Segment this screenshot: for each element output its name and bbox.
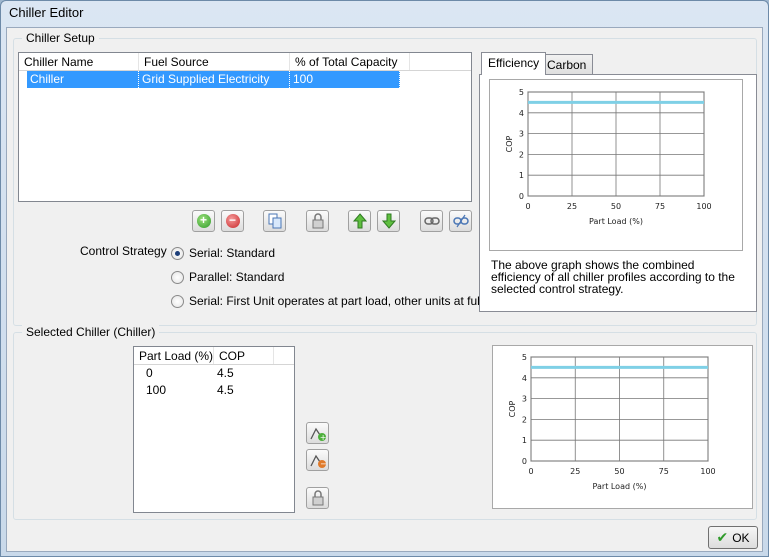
y-tick-label: 1 <box>522 436 527 445</box>
x-tick-label: 75 <box>655 202 665 211</box>
column-capacity[interactable]: % of Total Capacity <box>290 53 410 70</box>
radio-button[interactable] <box>171 294 184 308</box>
table-row[interactable]: Chiller Grid Supplied Electricity 100 <box>19 71 471 88</box>
point-library-button[interactable] <box>306 487 329 509</box>
y-tick-label: 4 <box>522 374 527 383</box>
table-row[interactable]: 0 4.5 <box>134 365 294 382</box>
cell-fuel-source: Grid Supplied Electricity <box>139 71 290 88</box>
cell-cop: 4.5 <box>217 383 234 397</box>
lock-icon <box>312 213 323 229</box>
ok-button[interactable]: ✔ OK <box>708 526 758 549</box>
part-load-list-header: Part Load (%) COP <box>134 347 294 365</box>
x-tick-label: 100 <box>700 467 715 476</box>
tab-carbon[interactable]: Carbon <box>540 54 594 75</box>
unlink-icon <box>452 214 469 228</box>
column-fuel-source[interactable]: Fuel Source <box>139 53 290 70</box>
y-tick-label: 0 <box>519 192 524 201</box>
cell-capacity: 100 <box>290 71 400 88</box>
library-button[interactable] <box>306 210 329 232</box>
add-point-icon: + <box>309 427 326 441</box>
x-tick-label: 50 <box>614 467 624 476</box>
y-tick-label: 2 <box>522 415 527 424</box>
control-strategy-label: Control Strategy <box>80 244 167 258</box>
selected-chart-svg: 0 25 50 75 100 0 1 2 3 4 5 Part Load (%) COP <box>508 353 716 491</box>
link-button[interactable] <box>420 210 443 232</box>
efficiency-tab-panel: 0 25 50 75 100 0 1 2 3 4 5 Part Load (%) COP The abo… <box>479 74 757 312</box>
unlink-button[interactable] <box>449 210 472 232</box>
x-tick-label: 50 <box>611 202 621 211</box>
tab-efficiency[interactable]: Efficiency <box>481 52 547 75</box>
column-part-load[interactable]: Part Load (%) <box>134 347 214 364</box>
y-axis-label: COP <box>505 135 514 152</box>
remove-point-button[interactable]: − <box>306 449 329 471</box>
y-tick-label: 3 <box>519 130 524 139</box>
svg-text:−: − <box>320 460 327 469</box>
x-tick-label: 100 <box>696 202 711 211</box>
strategy-serial-first-unit[interactable]: Serial: First Unit operates at part load… <box>171 294 482 308</box>
y-axis-label: COP <box>508 400 517 417</box>
x-tick-label: 0 <box>528 467 533 476</box>
link-icon <box>423 217 440 225</box>
selected-chiller-chart: 0 25 50 75 100 0 1 2 3 4 5 Part Load (%) COP <box>492 345 753 509</box>
chiller-list-header: Chiller Name Fuel Source % of Total Capa… <box>19 53 471 71</box>
radio-button[interactable] <box>171 270 184 284</box>
column-cop[interactable]: COP <box>214 347 274 364</box>
y-tick-label: 4 <box>519 109 524 118</box>
arrow-down-icon <box>381 213 396 229</box>
dialog-client-area: Chiller Setup Chiller Name Fuel Source %… <box>6 27 763 552</box>
ok-label: OK <box>732 530 750 545</box>
chiller-list[interactable]: Chiller Name Fuel Source % of Total Capa… <box>18 52 472 202</box>
strategy-label: Serial: Standard <box>189 246 276 260</box>
efficiency-chart-svg: 0 25 50 75 100 0 1 2 3 4 5 Part Load (%) COP <box>505 88 712 226</box>
x-axis-label: Part Load (%) <box>593 482 647 491</box>
strategy-label: Serial: First Unit operates at part load… <box>189 294 483 308</box>
arrow-up-icon <box>352 213 367 229</box>
y-tick-label: 5 <box>519 88 524 97</box>
cell-chiller-name: Chiller <box>27 71 139 88</box>
radio-button[interactable] <box>171 246 184 260</box>
efficiency-description: The above graph shows the combined effic… <box>491 258 735 296</box>
x-tick-label: 25 <box>567 202 577 211</box>
y-tick-label: 1 <box>519 171 524 180</box>
table-row[interactable]: 100 4.5 <box>134 382 294 399</box>
window-title: Chiller Editor <box>9 5 84 20</box>
move-up-button[interactable] <box>348 210 371 232</box>
minus-icon: − <box>225 214 240 228</box>
chiller-setup-title: Chiller Setup <box>22 31 99 45</box>
chiller-editor-window: Chiller Editor Chiller Setup Chiller Nam… <box>0 0 769 557</box>
cell-cop: 4.5 <box>217 366 234 380</box>
y-tick-label: 5 <box>522 353 527 362</box>
part-load-list[interactable]: Part Load (%) COP 0 4.5 100 4.5 <box>133 346 295 513</box>
x-tick-label: 25 <box>570 467 580 476</box>
y-tick-label: 3 <box>522 395 527 404</box>
plus-icon: + <box>196 214 211 228</box>
strategy-serial-standard[interactable]: Serial: Standard <box>171 246 275 260</box>
cell-part-load: 100 <box>146 383 167 397</box>
add-point-button[interactable]: + <box>306 422 329 444</box>
remove-point-icon: − <box>309 454 327 469</box>
lock-icon <box>312 490 323 506</box>
column-chiller-name[interactable]: Chiller Name <box>19 53 139 70</box>
move-down-button[interactable] <box>377 210 400 232</box>
combined-efficiency-chart: 0 25 50 75 100 0 1 2 3 4 5 Part Load (%) COP <box>489 79 743 251</box>
copy-icon <box>268 213 281 229</box>
remove-chiller-button[interactable]: − <box>221 210 244 232</box>
cell-part-load: 0 <box>146 366 153 380</box>
svg-text:+: + <box>319 433 326 441</box>
add-chiller-button[interactable]: + <box>192 210 215 232</box>
strategy-label: Parallel: Standard <box>189 270 285 284</box>
x-tick-label: 75 <box>659 467 669 476</box>
selected-chiller-title: Selected Chiller (Chiller) <box>22 325 160 339</box>
y-tick-label: 0 <box>522 457 527 466</box>
copy-chiller-button[interactable] <box>263 210 286 232</box>
x-tick-label: 0 <box>525 202 530 211</box>
strategy-parallel-standard[interactable]: Parallel: Standard <box>171 270 284 284</box>
y-tick-label: 2 <box>519 150 524 159</box>
x-axis-label: Part Load (%) <box>589 217 643 226</box>
checkmark-icon: ✔ <box>716 529 729 545</box>
